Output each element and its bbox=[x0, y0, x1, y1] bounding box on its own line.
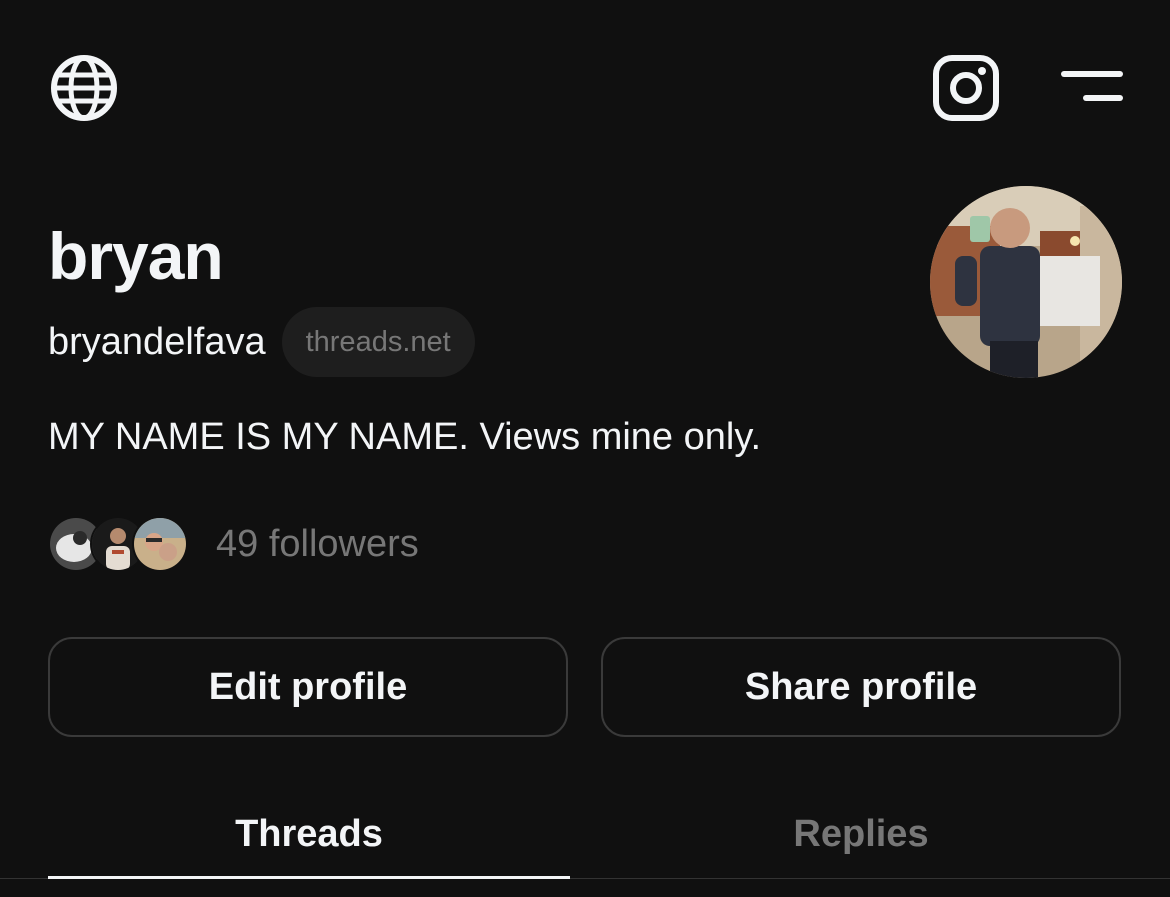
active-tab-indicator bbox=[48, 876, 570, 879]
share-profile-button[interactable]: Share profile bbox=[601, 637, 1121, 737]
handle-row: bryandelfava threads.net bbox=[48, 307, 475, 377]
domain-badge[interactable]: threads.net bbox=[281, 307, 475, 377]
profile-username: bryandelfava bbox=[48, 321, 266, 363]
menu-icon[interactable] bbox=[1060, 68, 1124, 104]
follower-avatar bbox=[132, 516, 188, 572]
profile-avatar[interactable] bbox=[930, 186, 1122, 378]
instagram-icon[interactable] bbox=[932, 54, 1000, 122]
followers-row[interactable]: 49 followers bbox=[48, 516, 419, 572]
followers-count[interactable]: 49 followers bbox=[216, 516, 419, 572]
profile-display-name: bryan bbox=[48, 219, 224, 293]
edit-profile-button[interactable]: Edit profile bbox=[48, 637, 568, 737]
tab-replies[interactable]: Replies bbox=[600, 790, 1122, 878]
globe-icon[interactable] bbox=[50, 54, 118, 122]
avatar-photo bbox=[930, 186, 1122, 378]
profile-bio: MY NAME IS MY NAME. Views mine only. bbox=[48, 416, 762, 458]
tab-threads[interactable]: Threads bbox=[48, 790, 570, 878]
follower-avatars bbox=[48, 516, 188, 572]
